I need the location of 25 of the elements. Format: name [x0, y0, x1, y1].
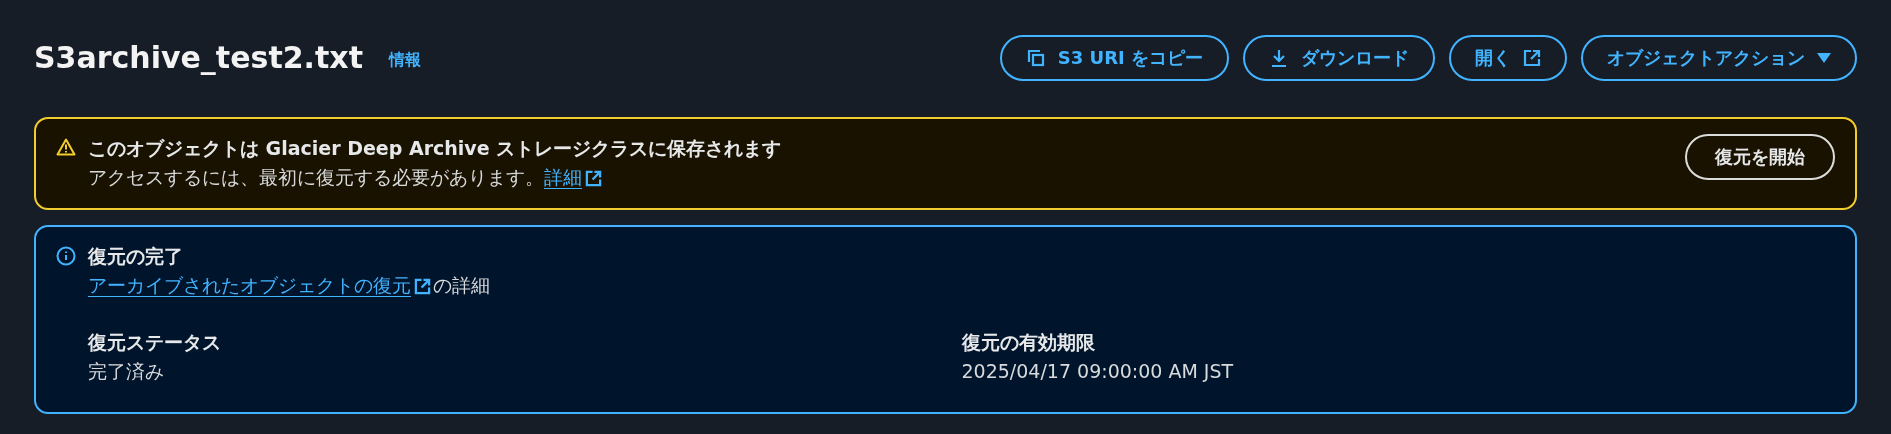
download-icon — [1269, 47, 1289, 68]
info-icon — [56, 246, 76, 266]
external-link-icon — [414, 278, 431, 295]
alert-message: アーカイブされたオブジェクトの復元 の詳細 — [88, 274, 490, 296]
warning-icon — [56, 138, 76, 156]
alert-title: このオブジェクトは Glacier Deep Archive ストレージクラスに保存されます — [88, 136, 783, 161]
field-label: 復元の有効期限 — [961, 330, 1096, 355]
alert-message: アクセスするには、最初に復元する必要があります。詳細 — [88, 166, 582, 188]
external-link-icon — [1523, 48, 1541, 67]
field-label: 復元ステータス — [88, 330, 222, 355]
help-link[interactable]: 詳細 — [544, 166, 582, 188]
field-value: 完了済み — [88, 359, 165, 384]
action-button[interactable]: オブジェクトアクション — [1581, 34, 1857, 81]
action-button[interactable]: S3 URI をコピー — [999, 34, 1229, 81]
restore-button[interactable]: 復元を開始 — [1685, 134, 1835, 180]
field-value: 2025/04/17 09:00:00 AM JST — [961, 359, 1235, 384]
object-title: S3archive_test2.txt — [34, 40, 364, 75]
copy-icon — [1025, 47, 1046, 68]
action-button[interactable]: ダウンロード — [1243, 34, 1435, 81]
caret-icon — [1817, 51, 1831, 64]
alert-title: 復元の完了 — [88, 244, 184, 269]
action-button[interactable]: 開く — [1449, 34, 1567, 81]
help-link[interactable]: アーカイブされたオブジェクトの復元 — [88, 274, 411, 296]
info-link[interactable]: 情報 — [389, 50, 422, 71]
external-link-icon — [585, 170, 602, 187]
